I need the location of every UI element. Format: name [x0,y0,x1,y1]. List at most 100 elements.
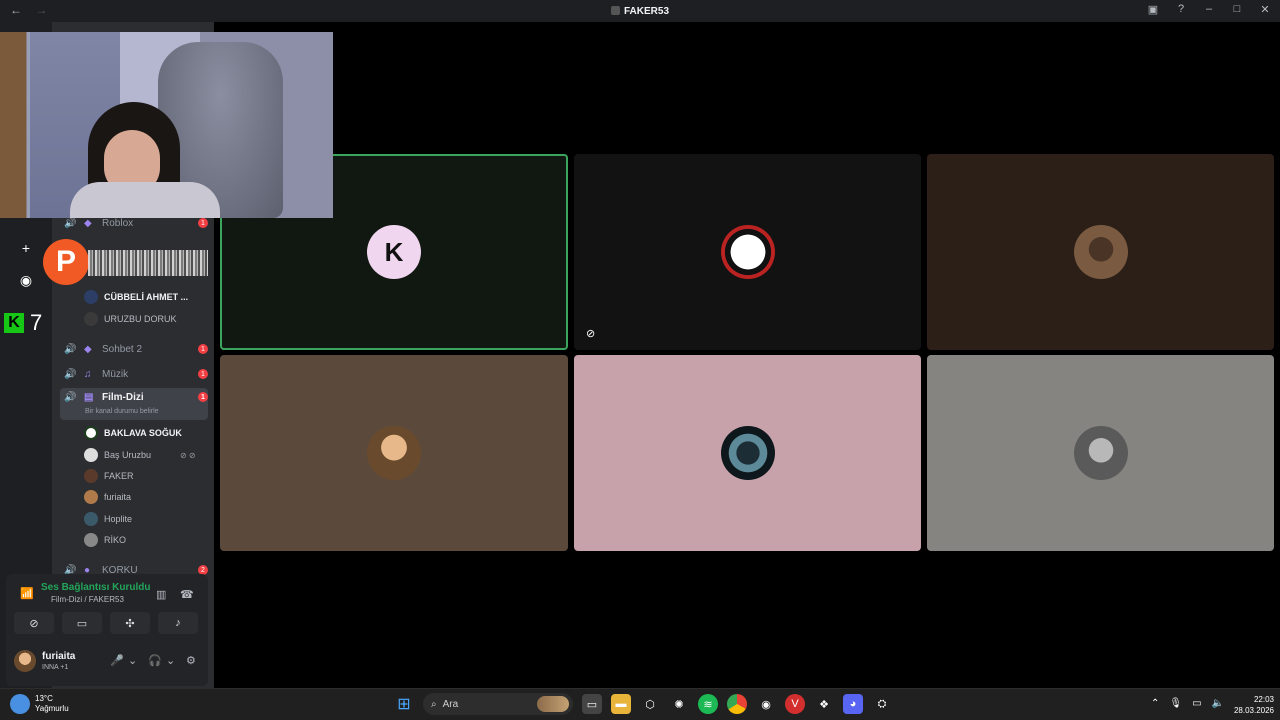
clock[interactable]: 22:03 28.03.2026 [1234,694,1274,716]
chrome-icon[interactable] [727,694,747,714]
photo-avatar [1073,426,1128,480]
member-cubbeli[interactable]: CÜBBELİ AHMET ... [84,288,188,306]
member-uruzbu-doruk[interactable]: URUZBU DORUK [84,310,177,328]
time: 22:03 [1253,695,1274,704]
avatar [84,448,98,462]
display-icon[interactable]: ▭ [1192,698,1201,709]
system-tray: ⌃ 🎙 ▭ 🔈 [1151,698,1224,709]
member-bas-uruzbu[interactable]: Baş Uruzbu ⊘ ⊘ [84,446,196,464]
windows-taskbar: 13°C Yağmurlu ⊞ ⌕ Ara ▭ ▬ ⬡ ✺ ≋ ◉ V ❖ ◕ … [0,688,1280,720]
dragon-avatar [720,426,775,480]
photo-avatar [367,426,421,480]
chatgpt-icon[interactable]: ✺ [669,694,689,714]
avatar [84,312,98,326]
add-server-icon[interactable]: + [14,236,38,260]
headphones-icon[interactable]: 🎧 [148,654,162,667]
server-icon [610,5,620,15]
voice-location[interactable]: Film-Dizi / FAKER53 [51,595,124,604]
member-hoplite[interactable]: Hoplite [84,510,132,528]
title-bar: ← → FAKER53 ▣ ? – □ ✕ [0,0,1280,22]
search-box[interactable]: ⌕ Ara [423,693,573,715]
avatar [84,426,98,440]
unread-badge: 1 [198,369,208,379]
unread-badge: 1 [198,344,208,354]
noise-suppression-icon[interactable]: ▥ [156,588,166,601]
avatar [84,533,98,547]
camera-off-button[interactable]: ⊘ [14,612,54,634]
streamer-webcam-overlay [0,32,333,218]
soundboard-button[interactable]: ♪ [158,612,198,634]
speaker-icon: 🔊 [64,343,77,355]
participant-tile-bas-uruzbu[interactable]: ⊘ [574,154,921,350]
chevron-down-icon[interactable]: ⌄ [166,654,175,667]
app-icon-2[interactable]: ❖ [814,694,834,714]
member-baklava[interactable]: BAKLAVA SOĞUK [84,424,182,442]
participant-tile-furiaita[interactable] [220,355,568,551]
screen-share-button[interactable]: ▭ [62,612,102,634]
taskbar-apps: ⊞ ⌕ Ara ▭ ▬ ⬡ ✺ ≋ ◉ V ❖ ◕ ⛭ [394,693,892,715]
speaker-icon: 🔊 [64,368,77,380]
kc-logo-avatar: K [367,225,421,279]
camera-off-icon: ⊘ [29,617,39,630]
speaker-icon: 🔊 [64,392,77,403]
channel-status-text[interactable]: Bir kanal durumu belirle [85,408,159,415]
unread-badge: 1 [198,218,208,228]
settings-gear-icon[interactable]: ⚙ [186,654,196,667]
date: 28.03.2026 [1233,706,1274,715]
censored-server-name [88,250,208,276]
task-view-icon[interactable]: ▭ [582,694,602,714]
channel-film-dizi[interactable]: 🔊 ▤ Film-Dizi 1 Bir kanal durumu belirle [60,388,208,420]
close-icon[interactable]: ✕ [1258,3,1272,16]
windows-start-icon[interactable]: ⊞ [394,694,414,714]
discord-icon[interactable]: ◕ [843,694,863,714]
microphone-icon[interactable]: 🎤 [110,654,124,667]
search-placeholder: Ara [442,698,459,710]
obs-icon[interactable]: ◉ [756,694,776,714]
weather-icon [10,694,30,714]
app-icon[interactable]: ⬡ [640,694,660,714]
anime-avatar [720,225,775,279]
help-icon[interactable]: ? [1174,3,1188,16]
inbox-icon[interactable]: ▣ [1146,3,1160,16]
voice-connection-panel: 📶 Ses Bağlantısı Kuruldu Film-Dizi / FAK… [6,574,208,686]
member-faker[interactable]: FAKER [84,467,134,485]
activities-icon: ✣ [125,617,135,630]
file-explorer-icon[interactable]: ▬ [611,694,631,714]
valorant-icon[interactable]: V [785,694,805,714]
muted-video-icon: ⊘ ⊘ [180,450,196,460]
minimize-icon[interactable]: – [1202,3,1216,16]
window-title: FAKER53 [0,5,1280,17]
member-riko[interactable]: RİKO [84,531,126,549]
voice-status[interactable]: Ses Bağlantısı Kuruldu [41,582,150,593]
volume-icon[interactable]: 🔈 [1212,698,1224,709]
disconnect-icon[interactable]: ☎ [180,588,194,601]
window-controls: ▣ ? – □ ✕ [1146,3,1272,16]
channel-muzik[interactable]: 🔊 ♫ Müzik 1 [60,363,208,385]
music-icon: ♫ [84,368,92,380]
steam-icon[interactable]: ⛭ [872,694,892,714]
avatar [84,512,98,526]
participant-tile-hoplite[interactable] [574,355,921,551]
camera-off-icon: ⊘ [586,328,596,340]
user-activity: INNA +1 [42,664,69,671]
weather-widget[interactable]: 13°C Yağmurlu [10,694,69,714]
unread-badge: 1 [198,392,208,402]
microphone-tray-icon[interactable]: 🎙 [1169,698,1182,709]
channel-sohbet-2[interactable]: 🔊 ◆ Sohbet 2 1 [60,338,208,360]
channel-type-icon: ◆ [84,343,92,355]
film-icon: ▤ [84,392,94,403]
soundboard-icon: ♪ [175,617,181,629]
participant-tile-riko[interactable] [927,355,1274,551]
user-area: furiaita INNA +1 🎤 ⌄ 🎧 ⌄ ⚙ [12,648,202,678]
activities-button[interactable]: ✣ [110,612,150,634]
chevron-down-icon[interactable]: ⌄ [128,654,137,667]
avatar [84,290,98,304]
discover-icon[interactable]: ◉ [14,268,38,292]
p-logo-overlay: P [43,239,89,285]
spotify-icon[interactable]: ≋ [698,694,718,714]
user-avatar[interactable] [14,650,36,672]
member-furiaita[interactable]: furiaita [84,488,131,506]
participant-tile-faker[interactable] [927,154,1274,350]
maximize-icon[interactable]: □ [1230,3,1244,16]
chevron-up-icon[interactable]: ⌃ [1151,698,1159,709]
